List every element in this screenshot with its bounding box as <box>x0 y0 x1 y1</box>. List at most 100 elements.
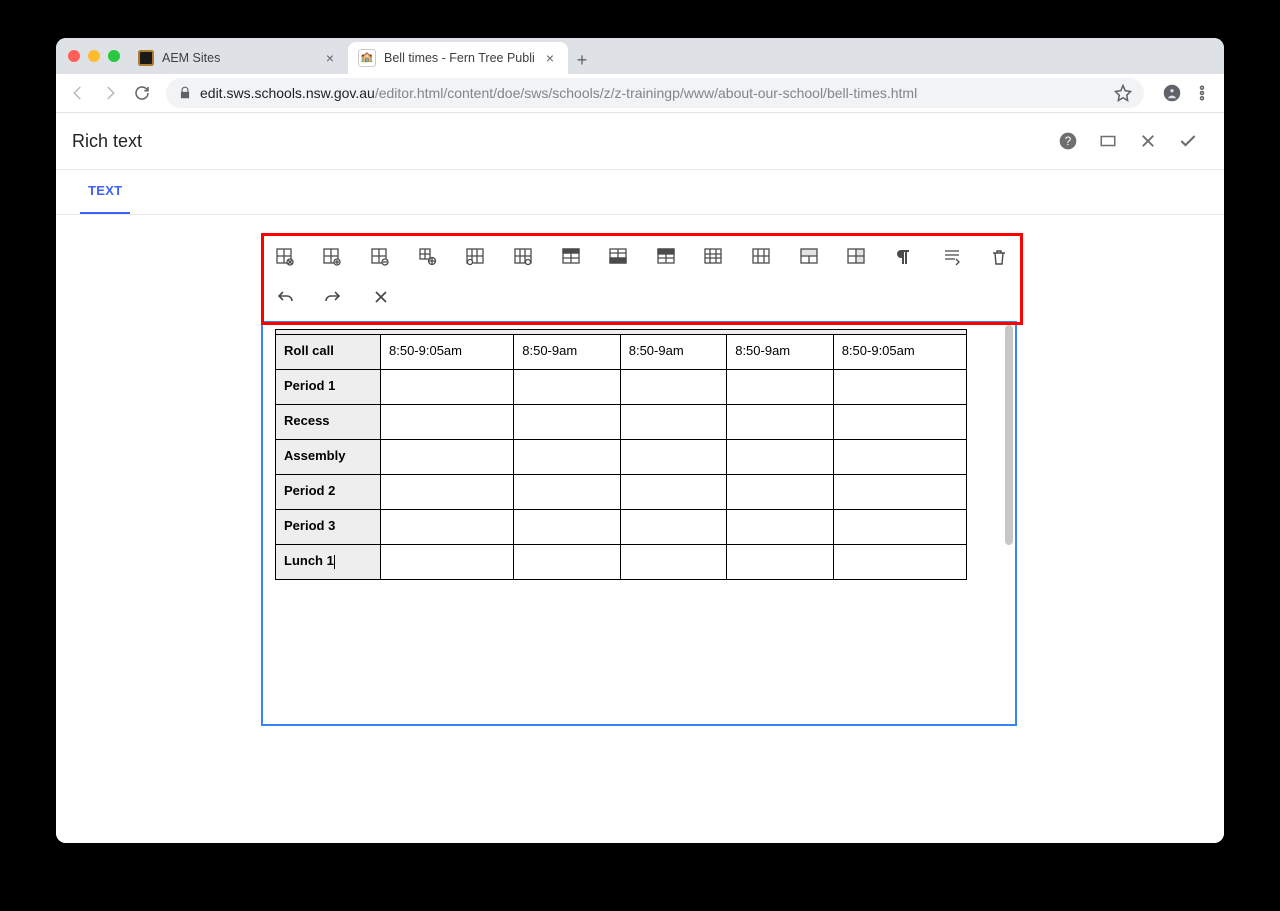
table-cell[interactable] <box>620 510 726 545</box>
tab-title: Bell times - Fern Tree Public Sc <box>384 51 534 65</box>
maximize-window[interactable] <box>108 50 120 62</box>
table-remove-icon[interactable] <box>370 247 390 267</box>
tab-close-icon[interactable]: × <box>542 50 558 66</box>
table-add-icon[interactable] <box>323 247 343 267</box>
omnibox[interactable]: edit.sws.schools.nsw.gov.au/editor.html/… <box>166 78 1144 108</box>
split-cell-icon[interactable] <box>847 247 867 267</box>
table-cell[interactable]: 8:50-9:05am <box>833 335 966 370</box>
table-cell[interactable]: 8:50-9am <box>727 335 833 370</box>
dialog-header: Rich text ? <box>56 113 1224 170</box>
text-cursor <box>334 555 335 569</box>
edit-source-icon[interactable] <box>942 247 962 267</box>
table-cell[interactable]: 8:50-9am <box>620 335 726 370</box>
row-header[interactable]: Assembly <box>276 440 381 475</box>
bell-times-table[interactable]: Roll call 8:50-9:05am 8:50-9am 8:50-9am … <box>275 329 967 580</box>
svg-text:?: ? <box>1065 135 1072 148</box>
menu-button[interactable] <box>1188 79 1216 107</box>
table-cell[interactable] <box>381 370 514 405</box>
minimize-window[interactable] <box>88 50 100 62</box>
table-cell[interactable]: 8:50-9am <box>514 335 620 370</box>
tab-text[interactable]: TEXT <box>80 168 130 214</box>
delete-row-icon[interactable] <box>704 247 724 267</box>
row-header[interactable]: Period 3 <box>276 510 381 545</box>
table-cell[interactable] <box>833 440 966 475</box>
dialog-title: Rich text <box>72 131 142 152</box>
rte-content[interactable]: Roll call 8:50-9:05am 8:50-9am 8:50-9am … <box>261 321 1017 726</box>
table-cell[interactable] <box>620 475 726 510</box>
table-row: Period 3 <box>276 510 967 545</box>
table-cell[interactable] <box>381 475 514 510</box>
toolbar-row-2 <box>269 277 1009 317</box>
new-tab-button[interactable]: + <box>568 46 596 74</box>
insert-col-before-icon[interactable] <box>466 247 486 267</box>
table-cut-icon[interactable] <box>275 247 295 267</box>
cancel-button[interactable] <box>1128 121 1168 161</box>
lock-icon <box>178 86 192 100</box>
table-row: Roll call 8:50-9:05am 8:50-9am 8:50-9am … <box>276 335 967 370</box>
insert-col-after-icon[interactable] <box>513 247 533 267</box>
url-text: edit.sws.schools.nsw.gov.au/editor.html/… <box>200 85 917 101</box>
table-cell[interactable] <box>833 545 966 580</box>
table-cell[interactable] <box>381 510 514 545</box>
table-cell[interactable] <box>620 440 726 475</box>
delete-icon[interactable] <box>989 247 1009 267</box>
help-button[interactable]: ? <box>1048 121 1088 161</box>
table-cell[interactable] <box>727 405 833 440</box>
fullscreen-button[interactable] <box>1088 121 1128 161</box>
tab-bell-times[interactable]: 🏫 Bell times - Fern Tree Public Sc × <box>348 42 568 74</box>
table-cell[interactable] <box>514 405 620 440</box>
table-cell[interactable] <box>833 370 966 405</box>
table-cell[interactable] <box>833 475 966 510</box>
cell-props-icon[interactable] <box>418 247 438 267</box>
favicon-aem <box>138 50 154 66</box>
table-cell[interactable] <box>514 370 620 405</box>
table-cell[interactable] <box>727 440 833 475</box>
table-cell[interactable] <box>514 440 620 475</box>
tab-close-icon[interactable]: × <box>322 50 338 66</box>
row-header[interactable]: Period 1 <box>276 370 381 405</box>
row-header[interactable]: Period 2 <box>276 475 381 510</box>
row-header[interactable]: Lunch 1 <box>276 545 381 580</box>
back-button[interactable] <box>64 79 92 107</box>
delete-col-icon[interactable] <box>751 247 771 267</box>
dialog-tabs: TEXT <box>56 170 1224 215</box>
table-cell[interactable] <box>381 545 514 580</box>
close-toolbar-icon[interactable] <box>371 287 391 307</box>
scroll-thumb[interactable] <box>1005 325 1013 545</box>
table-row: Assembly <box>276 440 967 475</box>
table-cell[interactable] <box>620 405 726 440</box>
table-cell[interactable] <box>514 510 620 545</box>
tab-strip: AEM Sites × 🏫 Bell times - Fern Tree Pub… <box>56 38 1224 74</box>
scrollbar[interactable] <box>1005 325 1013 722</box>
table-cell[interactable]: 8:50-9:05am <box>381 335 514 370</box>
table-cell[interactable] <box>620 545 726 580</box>
undo-icon[interactable] <box>275 287 295 307</box>
star-icon[interactable] <box>1114 84 1132 102</box>
table-cell[interactable] <box>727 370 833 405</box>
reload-button[interactable] <box>128 79 156 107</box>
paragraph-format-icon[interactable] <box>894 247 914 267</box>
favicon-page: 🏫 <box>358 49 376 67</box>
close-window[interactable] <box>68 50 80 62</box>
row-header[interactable]: Recess <box>276 405 381 440</box>
redo-icon[interactable] <box>323 287 343 307</box>
table-cell[interactable] <box>514 545 620 580</box>
table-cell[interactable] <box>620 370 726 405</box>
tab-aem-sites[interactable]: AEM Sites × <box>128 42 348 74</box>
table-cell[interactable] <box>833 510 966 545</box>
header-row-icon[interactable] <box>656 247 676 267</box>
forward-button[interactable] <box>96 79 124 107</box>
table-cell[interactable] <box>727 475 833 510</box>
merge-cells-icon[interactable] <box>799 247 819 267</box>
table-cell[interactable] <box>727 510 833 545</box>
row-header[interactable]: Roll call <box>276 335 381 370</box>
table-cell[interactable] <box>833 405 966 440</box>
table-cell[interactable] <box>727 545 833 580</box>
insert-row-above-icon[interactable] <box>561 247 581 267</box>
profile-button[interactable] <box>1158 79 1186 107</box>
done-button[interactable] <box>1168 121 1208 161</box>
table-cell[interactable] <box>381 440 514 475</box>
table-cell[interactable] <box>381 405 514 440</box>
table-cell[interactable] <box>514 475 620 510</box>
insert-row-below-icon[interactable] <box>608 247 628 267</box>
